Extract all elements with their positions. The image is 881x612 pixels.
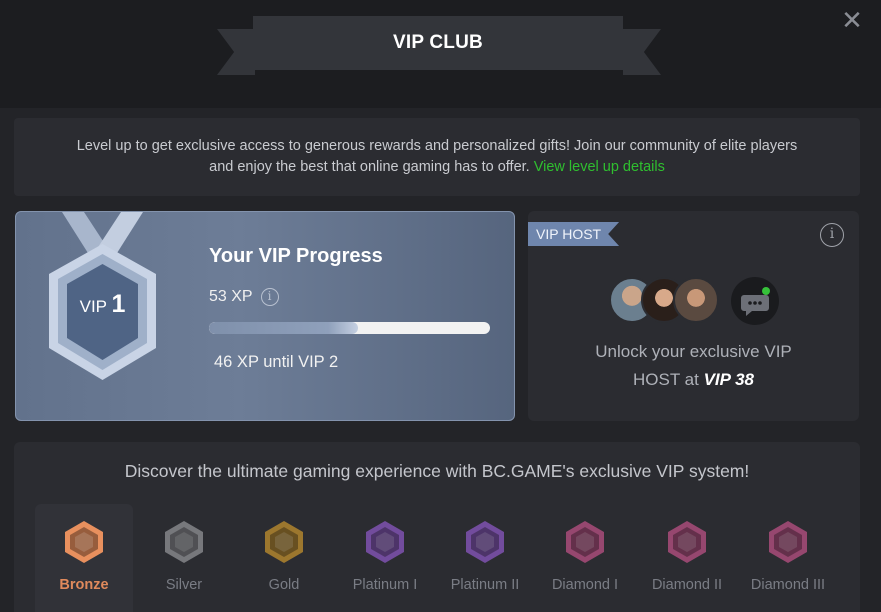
tier-hexagon-icon <box>466 521 504 563</box>
vip-system-title: Discover the ultimate gaming experience … <box>124 461 750 481</box>
tier-tab-platinum-i[interactable]: Platinum I <box>336 504 434 612</box>
host-info-icon[interactable]: i <box>820 223 844 247</box>
medal-level-number: 1 <box>111 290 126 318</box>
tier-label: Platinum I <box>352 577 418 593</box>
vip-progress-card: VIP 1 Your VIP Progress 53 XP i 46 XP un… <box>15 211 515 421</box>
host-unlock-text: Unlock your exclusive VIP HOST at VIP 38 <box>528 338 859 394</box>
progress-title: Your VIP Progress <box>209 245 383 267</box>
tier-hexagon-icon <box>366 521 404 563</box>
tier-label: Bronze <box>59 577 109 593</box>
tier-hexagon-icon <box>566 521 604 563</box>
tier-label: Platinum II <box>450 577 520 593</box>
xp-progress-fill <box>209 322 358 334</box>
xp-until-next: 46 XP until VIP 2 <box>214 353 339 371</box>
info-icon[interactable]: i <box>260 288 279 306</box>
intro-text: Level up to get exclusive access to gene… <box>64 136 810 178</box>
level-up-details-link[interactable]: View level up details <box>534 159 665 175</box>
tier-hexagon-icon <box>769 521 807 563</box>
tier-tab-diamond-iii[interactable]: Diamond III <box>739 504 837 612</box>
vip-host-tag: VIP HOST <box>528 222 620 246</box>
tier-hexagon-icon <box>668 521 706 563</box>
medal-level: VIP 1 <box>40 290 165 319</box>
host-required-level: VIP 38 <box>703 370 754 389</box>
intro-panel: Level up to get exclusive access to gene… <box>14 118 860 196</box>
header: VIP CLUB ✕ <box>0 0 881 108</box>
ribbon-left-tail <box>217 29 255 75</box>
page-title: VIP CLUB <box>393 32 483 53</box>
xp-value: 53 XP <box>209 288 253 305</box>
intro-description: Level up to get exclusive access to gene… <box>76 138 798 175</box>
tier-label: Diamond III <box>750 577 826 593</box>
tier-label: Silver <box>165 577 203 593</box>
close-icon[interactable]: ✕ <box>840 7 864 33</box>
host-text-line2: HOST at VIP 38 <box>528 366 859 394</box>
xp-row: 53 XP i <box>209 288 279 306</box>
chat-icon[interactable] <box>731 277 779 325</box>
tier-tab-bronze[interactable]: Bronze <box>35 504 133 612</box>
tier-label: Diamond I <box>551 577 619 593</box>
vip-system-panel: Discover the ultimate gaming experience … <box>14 442 860 612</box>
tier-tab-diamond-ii[interactable]: Diamond II <box>638 504 736 612</box>
host-text-line1: Unlock your exclusive VIP <box>595 342 792 361</box>
title-ribbon: VIP CLUB <box>253 16 623 70</box>
host-text-prefix: HOST at <box>633 370 699 389</box>
tier-label: Gold <box>268 577 300 593</box>
tier-hexagon-icon <box>165 521 203 563</box>
tier-tab-platinum-ii[interactable]: Platinum II <box>436 504 534 612</box>
ribbon-right-tail <box>623 29 661 75</box>
tier-tab-gold[interactable]: Gold <box>235 504 333 612</box>
medal-vip-label: VIP <box>79 297 108 316</box>
xp-progress-bar <box>209 322 490 334</box>
tier-hexagon-icon <box>265 521 303 563</box>
vip-host-card: VIP HOST i Unlock your exclusive VIP HOS… <box>528 211 859 421</box>
avatar <box>673 277 719 323</box>
tier-tab-silver[interactable]: Silver <box>135 504 233 612</box>
tier-tab-diamond-i[interactable]: Diamond I <box>536 504 634 612</box>
tier-label: Diamond II <box>651 577 723 593</box>
tier-hexagon-icon <box>65 521 103 563</box>
